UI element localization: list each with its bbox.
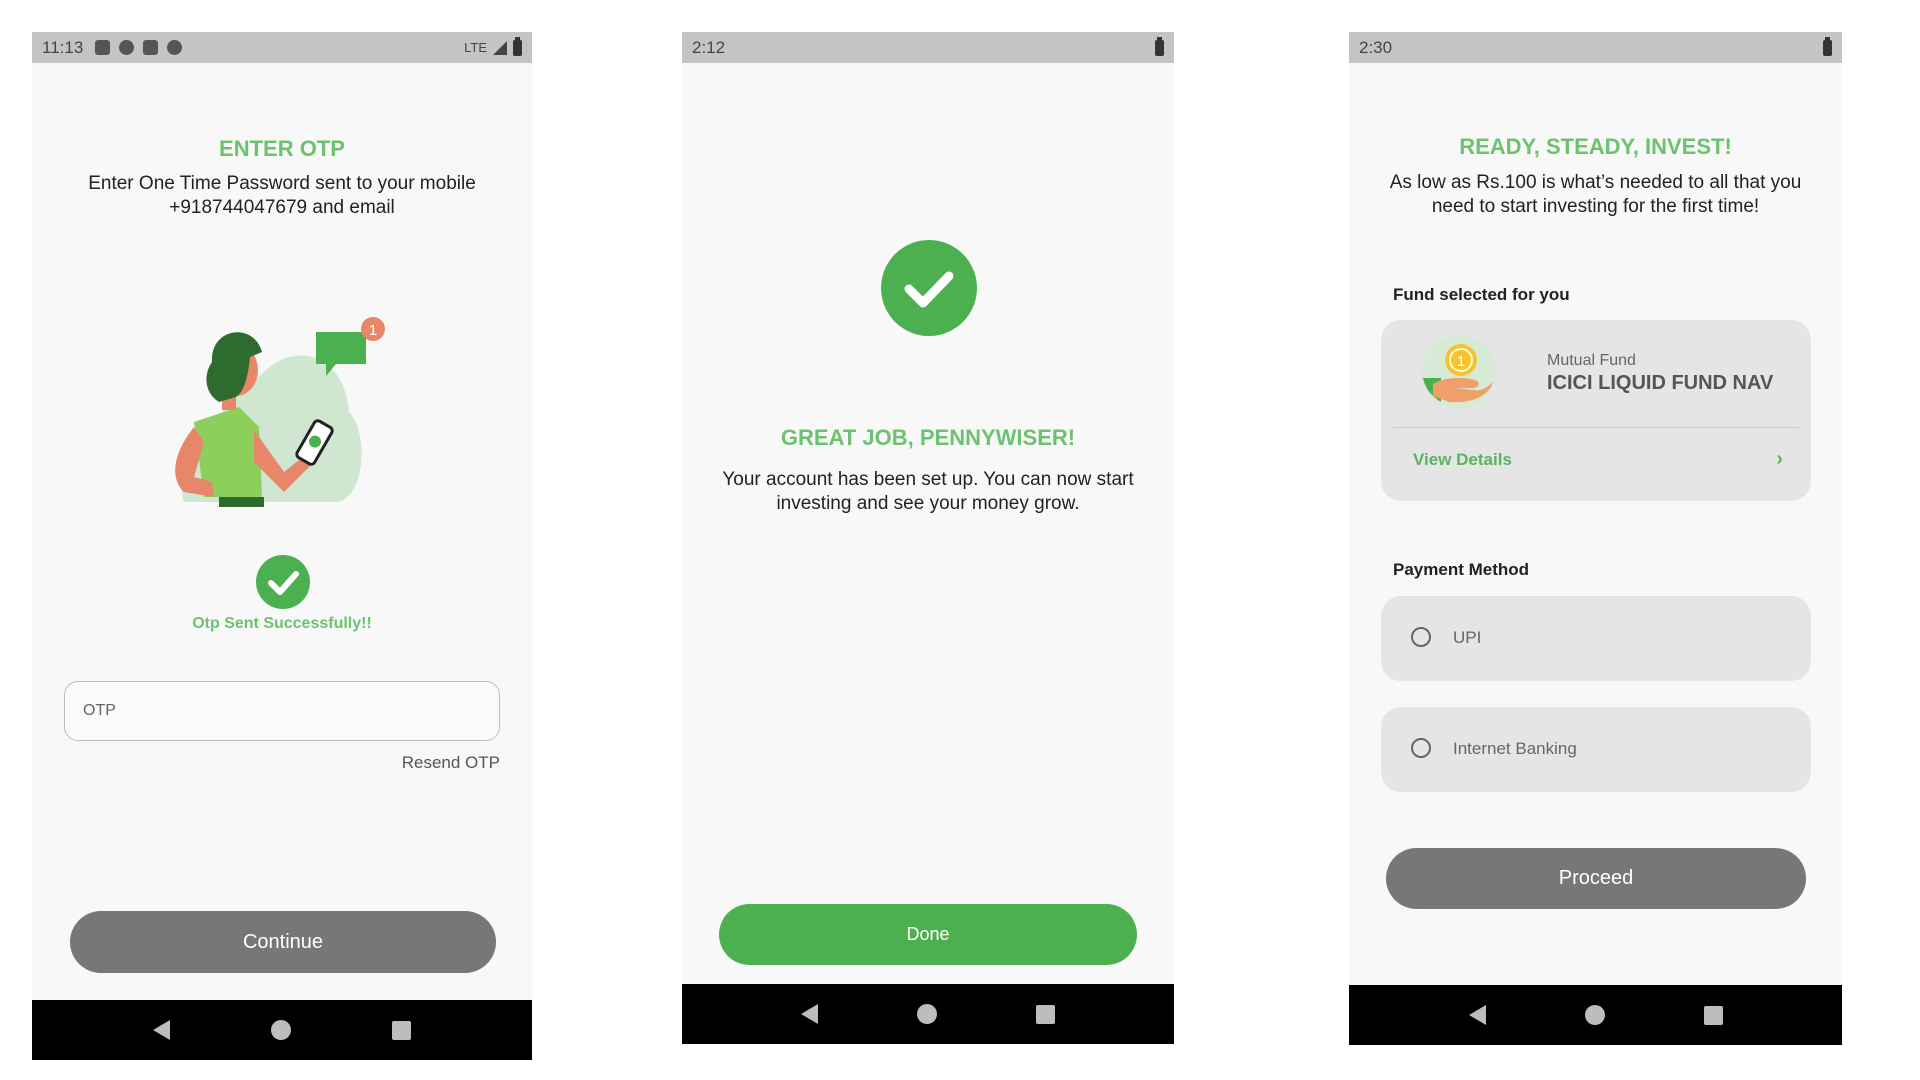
check-circle-icon bbox=[256, 555, 310, 609]
success-screen: 2:12 GREAT JOB, PENNYWISER! Your account… bbox=[682, 32, 1174, 1044]
otp-input[interactable] bbox=[64, 681, 500, 741]
message-line: investing and see your money grow. bbox=[776, 493, 1080, 514]
fund-card: 1 Mutual Fund ICICI LIQUID FUND NAV View… bbox=[1381, 320, 1811, 501]
status-time: 11:13 bbox=[42, 37, 84, 57]
invest-screen: 2:30 READY, STEADY, INVEST! As low as Rs… bbox=[1349, 32, 1842, 1045]
coin-in-hand-icon: 1 bbox=[1422, 335, 1496, 409]
chevron-right-icon: › bbox=[1776, 448, 1783, 470]
battery-icon bbox=[513, 36, 522, 56]
recents-icon[interactable] bbox=[1703, 1005, 1723, 1025]
status-bar: 2:30 bbox=[1349, 32, 1842, 63]
back-icon[interactable] bbox=[801, 1004, 819, 1024]
radio-button[interactable] bbox=[1411, 738, 1431, 758]
subtitle-line: +918744047679 and email bbox=[169, 197, 395, 218]
message-line: Your account has been set up. You can no… bbox=[722, 469, 1134, 490]
payment-option-upi[interactable]: UPI bbox=[1381, 596, 1811, 681]
subtitle-line: need to start investing for the first ti… bbox=[1431, 196, 1760, 217]
svg-text:1: 1 bbox=[1457, 353, 1465, 370]
status-bar: 11:13 LTE bbox=[32, 32, 532, 63]
page-subtitle: Enter One Time Password sent to your mob… bbox=[52, 172, 512, 220]
success-message: Your account has been set up. You can no… bbox=[702, 468, 1154, 516]
page-title: ENTER OTP bbox=[219, 136, 345, 161]
back-icon[interactable] bbox=[1468, 1005, 1486, 1025]
page-subtitle: As low as Rs.100 is what’s needed to all… bbox=[1369, 171, 1822, 219]
payment-option-internet-banking[interactable]: Internet Banking bbox=[1381, 707, 1811, 792]
app-notification-icon bbox=[119, 40, 135, 55]
gmail-icon bbox=[95, 40, 111, 55]
recents-icon[interactable] bbox=[392, 1020, 412, 1040]
back-icon[interactable] bbox=[152, 1020, 170, 1040]
home-icon[interactable] bbox=[1584, 1005, 1605, 1025]
battery-icon bbox=[1823, 36, 1832, 56]
page-title: READY, STEADY, INVEST! bbox=[1459, 134, 1732, 159]
done-button[interactable]: Done bbox=[719, 904, 1137, 965]
chrome-icon bbox=[167, 40, 183, 55]
check-circle-icon bbox=[881, 240, 977, 336]
payment-option-label: Internet Banking bbox=[1453, 739, 1577, 758]
view-details-label: View Details bbox=[1413, 450, 1512, 469]
woman-with-phone-illustration: 1 bbox=[175, 317, 385, 507]
status-bar: 2:12 bbox=[682, 32, 1174, 63]
subtitle-line: Enter One Time Password sent to your mob… bbox=[88, 173, 476, 194]
continue-button[interactable]: Continue bbox=[70, 911, 496, 973]
home-icon[interactable] bbox=[270, 1020, 291, 1040]
radio-button[interactable] bbox=[1411, 627, 1431, 647]
otp-status-message: Otp Sent Successfully!! bbox=[192, 615, 372, 632]
fund-section-label: Fund selected for you bbox=[1393, 285, 1570, 304]
recents-icon[interactable] bbox=[1035, 1004, 1055, 1024]
nav-bar bbox=[1349, 985, 1842, 1045]
status-time: 2:30 bbox=[1359, 37, 1393, 57]
payment-section-label: Payment Method bbox=[1393, 560, 1530, 579]
payment-option-label: UPI bbox=[1453, 628, 1482, 647]
divider bbox=[1393, 427, 1799, 428]
otp-screen: 11:13 LTE ENTER OTP Enter One Time Passw… bbox=[32, 32, 532, 1060]
view-details-link[interactable]: View Details › bbox=[1393, 440, 1799, 480]
signal-icon bbox=[493, 40, 507, 55]
sd-card-icon bbox=[143, 40, 159, 55]
status-time: 2:12 bbox=[692, 37, 726, 57]
page-title: GREAT JOB, PENNYWISER! bbox=[780, 425, 1076, 450]
nav-bar bbox=[682, 984, 1174, 1044]
resend-otp-link[interactable]: Resend OTP bbox=[402, 753, 500, 773]
battery-icon bbox=[1155, 36, 1164, 56]
home-icon[interactable] bbox=[916, 1004, 937, 1024]
fund-type: Mutual Fund bbox=[1547, 352, 1636, 369]
subtitle-line: As low as Rs.100 is what’s needed to all… bbox=[1389, 172, 1802, 193]
proceed-button[interactable]: Proceed bbox=[1386, 848, 1806, 909]
notification-badge: 1 bbox=[369, 322, 377, 339]
fund-name: ICICI LIQUID FUND NAV bbox=[1547, 372, 1774, 394]
network-type: LTE bbox=[464, 40, 487, 55]
nav-bar bbox=[32, 1000, 532, 1060]
